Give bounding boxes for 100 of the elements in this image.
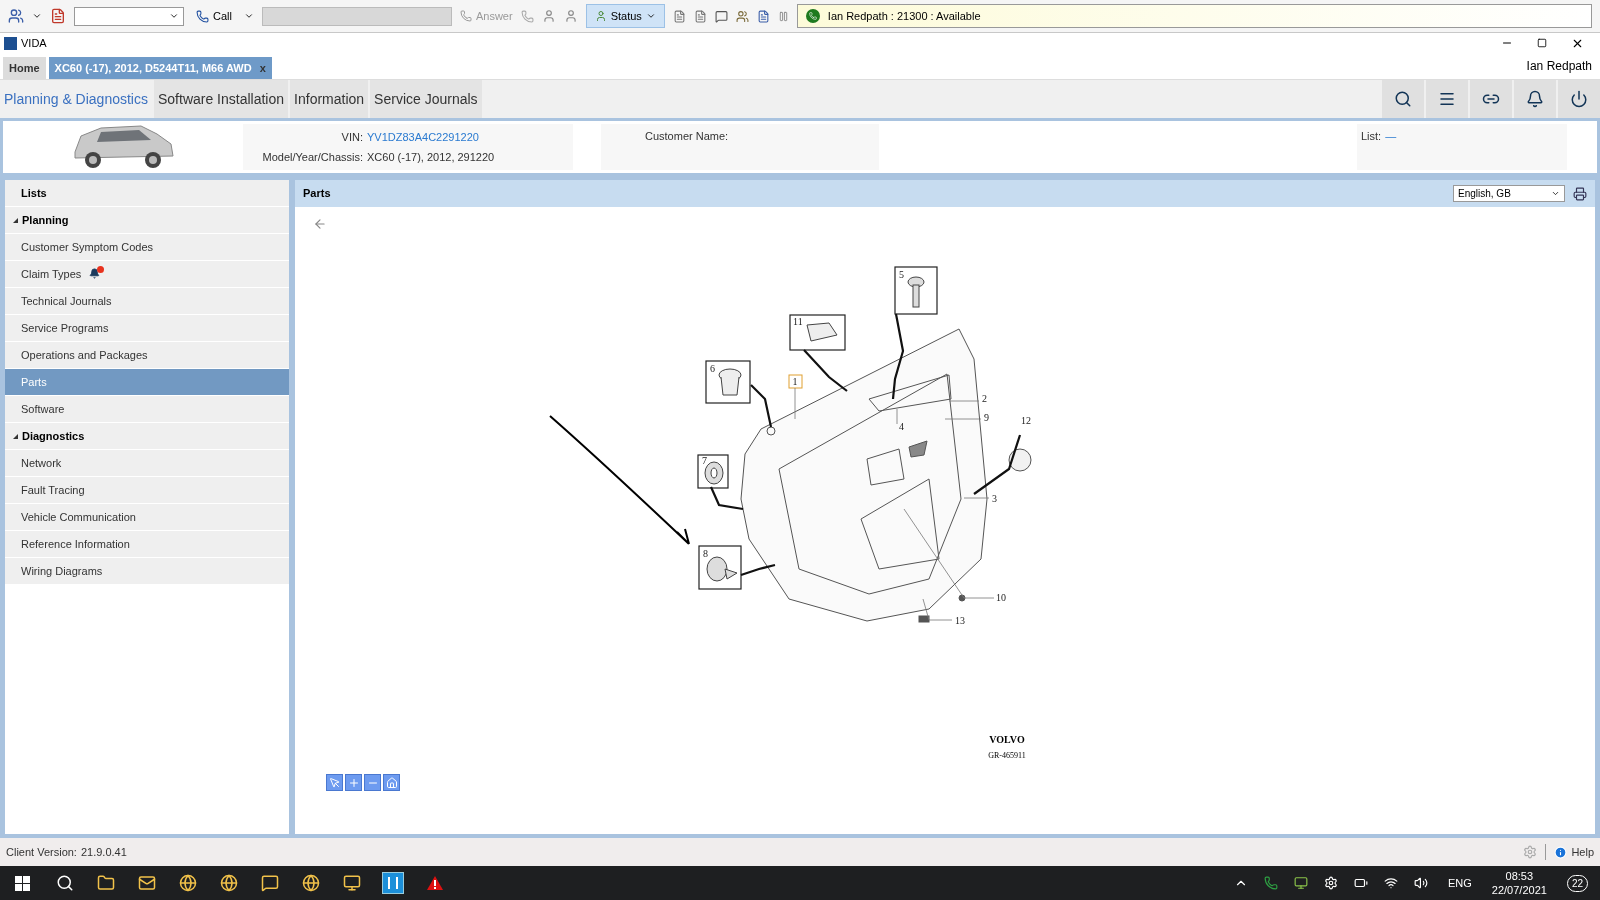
version-value: 21.9.0.41: [80, 844, 127, 860]
model-label: Model/Year/Chassis:: [261, 150, 363, 165]
language-indicator[interactable]: ENG: [1447, 874, 1472, 892]
help-button[interactable]: Help: [1545, 843, 1594, 861]
sidebar-item[interactable]: Vehicle Communication: [5, 504, 289, 531]
app-logo-icon: [4, 36, 17, 50]
nav-tab[interactable]: Software Installation: [154, 80, 289, 118]
callout-number: 4: [899, 421, 904, 432]
link-button[interactable]: [1470, 80, 1512, 118]
browser-icon[interactable]: [301, 874, 320, 892]
phone-icon[interactable]: [196, 9, 209, 23]
callout-number: 5: [899, 269, 904, 280]
wifi-icon[interactable]: [1383, 876, 1398, 890]
model-value: XC60 (-17), 2012, 291220: [367, 150, 496, 165]
document-icon[interactable]: [756, 9, 770, 23]
sidebar-item[interactable]: Operations and Packages: [5, 342, 289, 369]
power-button[interactable]: [1558, 80, 1600, 118]
print-icon[interactable]: [1573, 186, 1587, 201]
sidebar-item[interactable]: Service Programs: [5, 315, 289, 342]
callout-number: 3: [992, 493, 997, 504]
call-button[interactable]: Call: [192, 7, 236, 25]
person-icon[interactable]: [594, 10, 607, 22]
contacts-icon[interactable]: [735, 9, 749, 23]
sidebar-item[interactable]: Fault Tracing: [5, 477, 289, 504]
version-label: Client Version:: [6, 844, 77, 860]
callout-number: 8: [703, 548, 708, 559]
bell-button[interactable]: [1514, 80, 1556, 118]
callout-number: 7: [702, 455, 707, 466]
callout-number: 11: [793, 316, 803, 327]
person-icon[interactable]: [541, 9, 556, 23]
window-title: VIDA: [21, 35, 47, 51]
sidebar-group[interactable]: Planning: [22, 211, 69, 229]
list-value: —: [1385, 129, 1397, 144]
callout-number: 13: [955, 615, 965, 626]
info-icon[interactable]: [1554, 845, 1568, 859]
pause-icon[interactable]: [777, 10, 789, 22]
document-icon[interactable]: [672, 9, 686, 23]
expanded-triangle-icon[interactable]: [13, 433, 18, 439]
globe-icon[interactable]: [219, 874, 238, 892]
folder-icon[interactable]: [96, 874, 115, 892]
customer-name-label: Customer Name:: [645, 130, 729, 142]
expanded-triangle-icon[interactable]: [13, 217, 18, 223]
callout-number: 1: [792, 376, 798, 387]
chat-icon[interactable]: [714, 9, 728, 23]
list-label: List:: [1361, 129, 1382, 144]
callout-number: 12: [1021, 415, 1031, 426]
speaker-icon[interactable]: [1413, 876, 1428, 890]
tab[interactable]: XC60 (-17), 2012, D5244T11, M66 AWD x: [48, 57, 272, 79]
sidebar-group[interactable]: Diagnostics: [22, 427, 85, 445]
person-icon[interactable]: [563, 9, 578, 23]
clock-time[interactable]: 08:53: [1505, 869, 1534, 883]
clock-date[interactable]: 22/07/2021: [1491, 883, 1547, 897]
phone-status-icon: [805, 9, 820, 23]
vin-link[interactable]: YV1DZ83A4C2291220: [367, 128, 573, 145]
tab-close-button[interactable]: x: [259, 59, 266, 77]
nav-tab[interactable]: Service Journals: [370, 80, 482, 118]
presence-text: Ian Redpath : 21300 : Available: [827, 8, 981, 24]
power-icon[interactable]: [1570, 90, 1588, 108]
vin-label: VIN:: [340, 129, 363, 145]
callout-number: 9: [984, 412, 989, 423]
sidebar-item[interactable]: Network: [5, 450, 289, 477]
callout-number: 10: [996, 592, 1006, 603]
nav-tab[interactable]: Information: [290, 80, 369, 118]
search-icon[interactable]: [1394, 90, 1412, 108]
language-select[interactable]: English, GB: [1453, 185, 1565, 202]
number-field[interactable]: [261, 6, 452, 26]
sidebar-item[interactable]: Wiring Diagrams: [5, 558, 289, 585]
back-icon[interactable]: [313, 217, 327, 231]
contacts-icon[interactable]: [8, 8, 24, 24]
restore-icon[interactable]: [1537, 38, 1547, 48]
panel-title: Parts: [303, 186, 331, 202]
sidebar-item[interactable]: Reference Information: [5, 531, 289, 558]
bell-icon[interactable]: [1526, 90, 1544, 108]
monitor-icon[interactable]: [342, 874, 361, 892]
sidebar-item[interactable]: Claim Types: [5, 261, 289, 288]
battery-icon[interactable]: [1353, 876, 1368, 890]
callout-number: 6: [710, 363, 715, 374]
callout-number: 2: [982, 393, 987, 404]
phone-icon[interactable]: [1263, 876, 1278, 890]
menu-icon[interactable]: [1438, 90, 1456, 108]
search-button[interactable]: [1382, 80, 1424, 118]
sidebar-item[interactable]: Software: [5, 396, 289, 423]
document-icon[interactable]: [693, 9, 707, 23]
sidebar-item[interactable]: Customer Symptom Codes: [5, 234, 289, 261]
monitor-icon[interactable]: [1293, 876, 1308, 890]
combo-field[interactable]: [74, 6, 184, 26]
document-icon[interactable]: [50, 8, 66, 24]
sidebar-header[interactable]: Lists: [5, 180, 289, 207]
menu-button[interactable]: [1426, 80, 1468, 118]
mail-icon[interactable]: [137, 874, 156, 892]
search-icon[interactable]: [55, 874, 74, 892]
drawing-reference: GR-465911: [988, 751, 1026, 760]
warning-icon[interactable]: [425, 875, 444, 891]
globe-icon[interactable]: [178, 874, 197, 892]
status-button[interactable]: Status: [585, 4, 665, 28]
brand-logo: VOLVO: [989, 734, 1025, 745]
tab[interactable]: Home: [3, 57, 46, 79]
gear-icon[interactable]: [1323, 876, 1338, 890]
user-name: Ian Redpath: [1526, 58, 1593, 75]
sidebar-item[interactable]: Technical Journals: [5, 288, 289, 315]
